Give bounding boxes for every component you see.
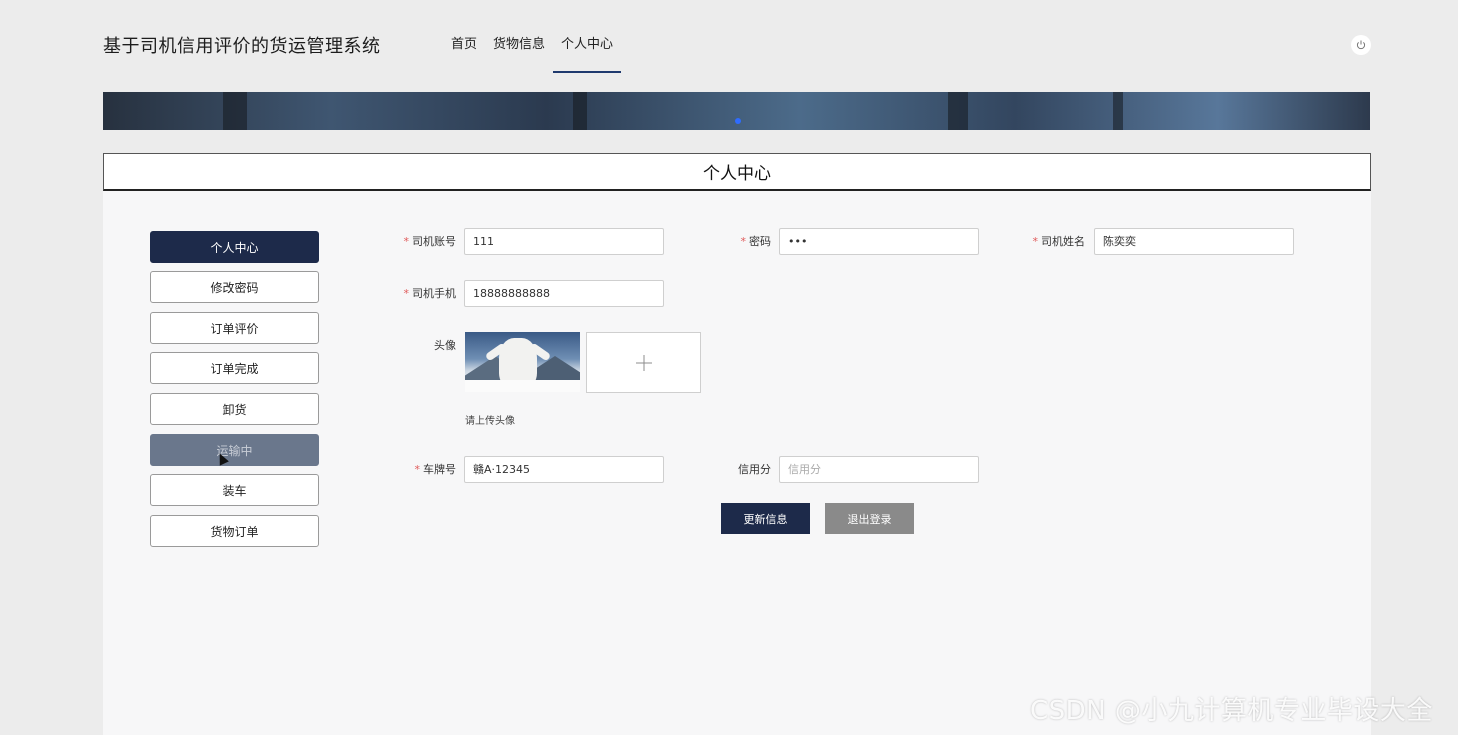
credit-label: 信用分 <box>738 463 771 476</box>
name-label: * 司机姓名 <box>1032 235 1086 248</box>
nav-item-cargo-info[interactable]: 货物信息 <box>485 30 553 74</box>
plate-label: * 车牌号 <box>414 463 457 476</box>
sidebar-item-change-password[interactable]: 修改密码 <box>150 271 319 303</box>
sidebar-item-order-complete[interactable]: 订单完成 <box>150 352 319 384</box>
sidebar-item-order-review[interactable]: 订单评价 <box>150 312 319 344</box>
sidebar-item-in-transit[interactable]: 运输中 <box>150 434 319 466</box>
banner-carousel <box>103 92 1370 130</box>
avatar-image[interactable] <box>465 332 580 392</box>
plate-field[interactable]: 赣A·12345 <box>464 456 664 483</box>
nav-item-personal-center[interactable]: 个人中心 <box>553 30 622 74</box>
page-root: 基于司机信用评价的货运管理系统 首页 货物信息 个人中心 个人中心 个人中心 修… <box>0 0 1458 735</box>
section-title: 个人中心 <box>103 153 1371 191</box>
sidebar-item-cargo-orders[interactable]: 货物订单 <box>150 515 319 547</box>
name-field[interactable]: 陈奕奕 <box>1094 228 1294 255</box>
logout-button[interactable]: 退出登录 <box>825 503 914 534</box>
power-button[interactable] <box>1351 35 1371 55</box>
sidebar-item-unloading[interactable]: 卸货 <box>150 393 319 425</box>
phone-field[interactable]: 18888888888 <box>464 280 664 307</box>
sidebar-item-personal-center[interactable]: 个人中心 <box>150 231 319 263</box>
plus-icon <box>635 354 652 371</box>
top-nav: 首页 货物信息 个人中心 <box>443 30 622 74</box>
avatar-label: 头像 <box>434 339 456 352</box>
site-title: 基于司机信用评价的货运管理系统 <box>103 36 381 57</box>
carousel-indicator-dot[interactable] <box>735 118 741 124</box>
avatar-upload-button[interactable] <box>586 332 701 393</box>
phone-label: * 司机手机 <box>403 287 457 300</box>
update-info-button[interactable]: 更新信息 <box>721 503 810 534</box>
credit-field[interactable]: 信用分 <box>779 456 979 483</box>
power-icon <box>1356 40 1366 50</box>
account-field[interactable]: 111 <box>464 228 664 255</box>
account-label: * 司机账号 <box>403 235 457 248</box>
password-label: * 密码 <box>740 235 772 248</box>
password-field[interactable]: ••• <box>779 228 979 255</box>
avatar-upload-hint: 请上传头像 <box>465 416 515 427</box>
watermark-text: CSDN @小九计算机专业毕设大全 <box>1030 696 1433 726</box>
nav-item-home[interactable]: 首页 <box>443 30 485 74</box>
sidebar-item-loading[interactable]: 装车 <box>150 474 319 506</box>
